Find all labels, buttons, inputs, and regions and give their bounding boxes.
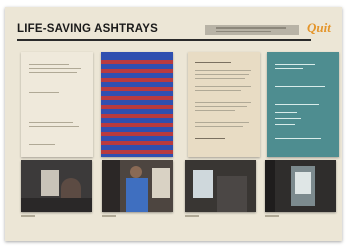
stripe	[101, 150, 173, 154]
text-line	[195, 102, 251, 103]
text-line	[29, 68, 81, 69]
text-line	[195, 122, 249, 123]
stripe	[101, 132, 173, 136]
text-line	[195, 138, 225, 139]
wall-edge	[265, 160, 275, 212]
stripe	[101, 105, 173, 109]
header-text-line	[216, 27, 286, 29]
floor	[21, 198, 92, 212]
head	[130, 166, 142, 178]
stripe	[101, 87, 173, 91]
text-line	[195, 106, 247, 107]
text-line	[275, 104, 319, 105]
person-silhouette	[217, 176, 247, 212]
text-line	[195, 110, 235, 111]
stripe	[101, 123, 173, 127]
photo-caption	[185, 215, 199, 217]
teal-panel	[267, 52, 339, 157]
ashtray-sign	[193, 170, 213, 198]
text-line	[195, 90, 241, 91]
photo-ashtray-door	[265, 160, 336, 212]
text-line	[195, 86, 251, 87]
stripe	[101, 78, 173, 82]
text-line	[29, 122, 73, 123]
text-line	[275, 118, 301, 119]
photo-caption	[21, 215, 35, 217]
text-line	[195, 126, 243, 127]
blue-shirt	[126, 178, 148, 212]
text-line	[29, 64, 69, 65]
ashtray-sign	[41, 170, 59, 196]
photo-caption	[265, 215, 279, 217]
text-line	[29, 92, 59, 93]
text-line	[29, 126, 79, 127]
aged-document-panel	[188, 52, 260, 157]
ashtray-sign	[295, 172, 311, 194]
header-text-line	[216, 31, 271, 32]
document-panel	[21, 52, 93, 157]
presentation-board: LIFE-SAVING ASHTRAYS Quit	[5, 7, 342, 241]
quit-logo: Quit	[307, 20, 331, 35]
stripe	[101, 60, 173, 64]
text-line	[195, 70, 251, 71]
text-line	[195, 62, 231, 63]
text-line	[275, 138, 321, 139]
photo-ashtray-wall	[21, 160, 92, 212]
stripe	[101, 69, 173, 73]
board-title: LIFE-SAVING ASHTRAYS	[17, 23, 158, 35]
photo-man-smoking	[102, 160, 173, 212]
photo-ashtray-closeup	[185, 160, 256, 212]
text-line	[275, 112, 297, 113]
text-line	[195, 78, 245, 79]
text-line	[29, 144, 55, 145]
text-line	[29, 72, 77, 73]
board-header: LIFE-SAVING ASHTRAYS Quit	[17, 20, 331, 45]
stripe	[101, 96, 173, 100]
header-rule	[17, 39, 311, 41]
photo-caption	[102, 215, 116, 217]
text-line	[275, 124, 295, 125]
stripe	[101, 114, 173, 118]
stripe	[101, 141, 173, 145]
striped-panel	[101, 52, 173, 157]
text-line	[195, 74, 249, 75]
text-line	[275, 68, 303, 69]
ashtray-sign	[152, 168, 170, 198]
text-line	[275, 64, 315, 65]
text-line	[275, 86, 325, 87]
wall	[102, 160, 120, 212]
